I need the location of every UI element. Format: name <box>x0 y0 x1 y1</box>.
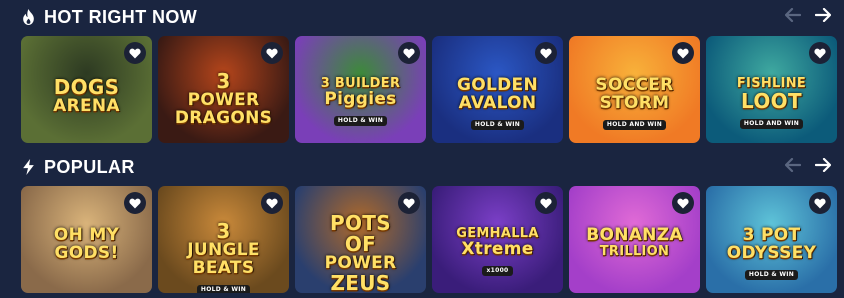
arrow-left-icon <box>785 8 801 22</box>
game-logo-text: JUNGLE <box>187 240 260 260</box>
game-logo-text: GODS! <box>54 243 119 263</box>
heart-icon <box>540 198 552 208</box>
game-logo: POTSOFPOWERZEUSHOLD & WIN <box>295 212 426 293</box>
arrow-left-icon <box>785 158 801 172</box>
game-feature-badge: HOLD AND WIN <box>602 120 667 130</box>
heart-icon <box>677 198 689 208</box>
game-card[interactable]: POTSOFPOWERZEUSHOLD & WIN <box>295 186 426 293</box>
game-logo-text: DRAGONS <box>174 108 273 128</box>
game-logo: OH MY GODS! <box>21 226 152 263</box>
game-logo-text: ARENA <box>53 96 120 116</box>
game-card[interactable]: OH MY GODS! <box>21 186 152 293</box>
lightning-icon <box>23 159 34 175</box>
carousel-nav <box>784 156 832 174</box>
game-logo-text: Xtreme <box>461 239 534 259</box>
heart-icon <box>814 48 826 58</box>
game-card[interactable]: 3 POWER DRAGONS <box>158 36 289 143</box>
heart-icon <box>129 48 141 58</box>
heart-icon <box>677 48 689 58</box>
heart-icon <box>266 48 278 58</box>
game-logo: GOLDEN AVALON HOLD & WIN <box>432 76 563 130</box>
game-feature-badge: HOLD & WIN <box>333 116 388 126</box>
prev-arrow-button[interactable] <box>784 6 802 24</box>
game-feature-badge: HOLD & WIN <box>744 270 799 280</box>
game-logo: 3 JUNGLE BEATS HOLD & WIN <box>158 220 289 293</box>
game-feature-badge: HOLD & WIN <box>470 120 525 130</box>
favorite-button[interactable] <box>672 42 694 64</box>
game-feature-badge: x1000 <box>482 266 513 276</box>
game-logo-text: POWER <box>187 90 260 110</box>
arrow-right-icon <box>815 8 831 22</box>
game-logo-text: OF <box>344 232 377 256</box>
section-title: POPULAR <box>44 156 135 177</box>
game-logo-text: BONANZA <box>586 225 683 245</box>
prev-arrow-button[interactable] <box>784 156 802 174</box>
section-header: POPULAR <box>22 156 135 178</box>
favorite-button[interactable] <box>124 192 146 214</box>
game-card[interactable]: SOCCER STORM HOLD AND WIN <box>569 36 700 143</box>
favorite-button[interactable] <box>535 42 557 64</box>
game-card[interactable]: DOGS ARENA <box>21 36 152 143</box>
game-logo: FISHLINE LOOT HOLD AND WIN <box>706 76 837 129</box>
game-logo-text: BEATS <box>192 258 255 278</box>
favorite-button[interactable] <box>398 192 420 214</box>
next-arrow-button[interactable] <box>814 156 832 174</box>
game-logo-text: LOOT <box>741 89 802 113</box>
game-logo: 3 POT ODYSSEY HOLD & WIN <box>706 226 837 280</box>
game-card[interactable]: BONANZA TRILLION <box>569 186 700 293</box>
game-feature-badge: HOLD AND WIN <box>739 119 804 129</box>
heart-icon <box>403 198 415 208</box>
game-logo-text: STORM <box>599 93 670 113</box>
flame-icon <box>23 9 34 25</box>
game-logo-text: 3 <box>216 69 231 93</box>
favorite-button[interactable] <box>809 192 831 214</box>
game-logo-text: SOCCER <box>595 75 674 95</box>
game-logo: 3 BUILDER Piggies HOLD & WIN <box>295 76 426 126</box>
game-logo-text: POWER <box>324 253 397 273</box>
game-logo-text: TRILLION <box>599 244 670 259</box>
favorite-button[interactable] <box>809 42 831 64</box>
game-card[interactable]: GOLDEN AVALON HOLD & WIN <box>432 36 563 143</box>
game-logo: SOCCER STORM HOLD AND WIN <box>569 76 700 130</box>
game-card[interactable]: GEMHALLA Xtreme x1000 <box>432 186 563 293</box>
game-logo: GEMHALLA Xtreme x1000 <box>432 226 563 276</box>
game-logo-text: 3 POT <box>742 225 801 245</box>
heart-icon <box>540 48 552 58</box>
game-logo-text: AVALON <box>458 93 537 113</box>
game-logo: 3 POWER DRAGONS <box>158 70 289 128</box>
favorite-button[interactable] <box>261 192 283 214</box>
heart-icon <box>129 198 141 208</box>
game-logo-text: OH MY <box>53 225 120 245</box>
favorite-button[interactable] <box>261 42 283 64</box>
section-header: HOT RIGHT NOW <box>22 6 197 28</box>
game-card[interactable]: FISHLINE LOOT HOLD AND WIN <box>706 36 837 143</box>
game-card[interactable]: 3 BUILDER Piggies HOLD & WIN <box>295 36 426 143</box>
heart-icon <box>403 48 415 58</box>
section-title: HOT RIGHT NOW <box>44 6 198 27</box>
arrow-right-icon <box>815 158 831 172</box>
favorite-button[interactable] <box>672 192 694 214</box>
game-logo: DOGS ARENA <box>21 76 152 116</box>
game-logo-text: 3 <box>216 219 231 243</box>
game-logo-text: POTS <box>330 211 391 235</box>
game-logo-text: ODYSSEY <box>726 243 817 263</box>
game-logo-text: Piggies <box>324 89 397 109</box>
heart-icon <box>266 198 278 208</box>
game-card[interactable]: 3 POT ODYSSEY HOLD & WIN <box>706 186 837 293</box>
game-feature-badge: HOLD & WIN <box>196 285 251 293</box>
game-card[interactable]: 3 JUNGLE BEATS HOLD & WIN <box>158 186 289 293</box>
game-row: DOGS ARENA 3 POWER DRAGONS 3 BUILDER Piggies HO… <box>21 36 837 143</box>
favorite-button[interactable] <box>124 42 146 64</box>
heart-icon <box>814 198 826 208</box>
game-logo-text: GOLDEN <box>457 75 538 95</box>
game-logo-text: DOGS <box>53 75 120 99</box>
favorite-button[interactable] <box>535 192 557 214</box>
game-row: OH MY GODS! 3 JUNGLE BEATS HOLD & WIN POTS OF PO… <box>21 186 837 293</box>
carousel-nav <box>784 6 832 24</box>
game-logo-text: ZEUS <box>330 271 391 293</box>
favorite-button[interactable] <box>398 42 420 64</box>
next-arrow-button[interactable] <box>814 6 832 24</box>
game-logo: BONANZA TRILLION <box>569 226 700 259</box>
